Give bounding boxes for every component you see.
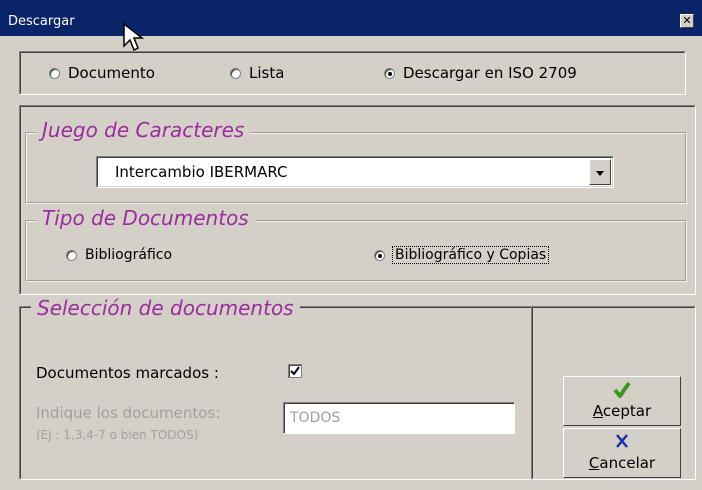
radio-bibliografico[interactable]: Bibliográfico	[66, 247, 172, 263]
radio-indicator	[374, 249, 385, 261]
download-dialog: Descargar ✕ Documento Lista Descargar en…	[0, 0, 702, 490]
cancel-label: Cancelar	[588, 454, 656, 472]
radio-label: Bibliográfico y Copias	[391, 246, 550, 264]
cursor-icon	[123, 22, 145, 52]
cancel-button[interactable]: Cancelar	[563, 428, 681, 478]
radio-documento[interactable]: Documento	[49, 64, 155, 82]
title-bar[interactable]: Descargar ✕	[0, 0, 702, 36]
radio-label: Bibliográfico	[85, 247, 173, 263]
radio-lista[interactable]: Lista	[230, 64, 284, 82]
doc-type-legend: Tipo de Documentos	[36, 206, 255, 230]
cancel-x-icon	[564, 432, 680, 454]
radio-bibliografico-copias[interactable]: Bibliográfico y Copias	[374, 246, 550, 264]
window-title: Descargar	[8, 14, 75, 29]
radio-indicator	[49, 67, 60, 79]
radio-label: Lista	[249, 64, 285, 82]
marked-docs-label: Documentos marcados :	[36, 364, 219, 382]
accept-button[interactable]: Aceptar	[563, 376, 681, 426]
documents-input[interactable]	[283, 402, 515, 434]
charset-select[interactable]: Intercambio IBERMARC	[96, 156, 614, 188]
checkmark-icon	[290, 366, 300, 376]
charset-legend: Juego de Caracteres	[36, 118, 251, 142]
indicate-docs-label: Indique los documentos:	[36, 404, 221, 422]
accept-check-icon	[564, 380, 680, 402]
close-icon: ✕	[682, 14, 692, 27]
accept-label: Aceptar	[592, 402, 652, 420]
marked-docs-checkbox[interactable]	[288, 364, 302, 378]
close-button[interactable]: ✕	[680, 14, 694, 28]
radio-label: Documento	[68, 64, 155, 82]
radio-indicator	[66, 249, 77, 261]
dropdown-arrow-icon[interactable]	[589, 159, 611, 185]
radio-indicator	[384, 67, 395, 79]
radio-label: Descargar en ISO 2709	[403, 64, 577, 82]
selection-legend: Selección de documentos	[31, 296, 300, 320]
charset-value: Intercambio IBERMARC	[115, 163, 288, 181]
radio-indicator	[230, 67, 241, 79]
radio-iso-2709[interactable]: Descargar en ISO 2709	[384, 64, 577, 82]
example-hint: (Ej : 1,3,4-7 o bien TODOS)	[36, 428, 199, 442]
